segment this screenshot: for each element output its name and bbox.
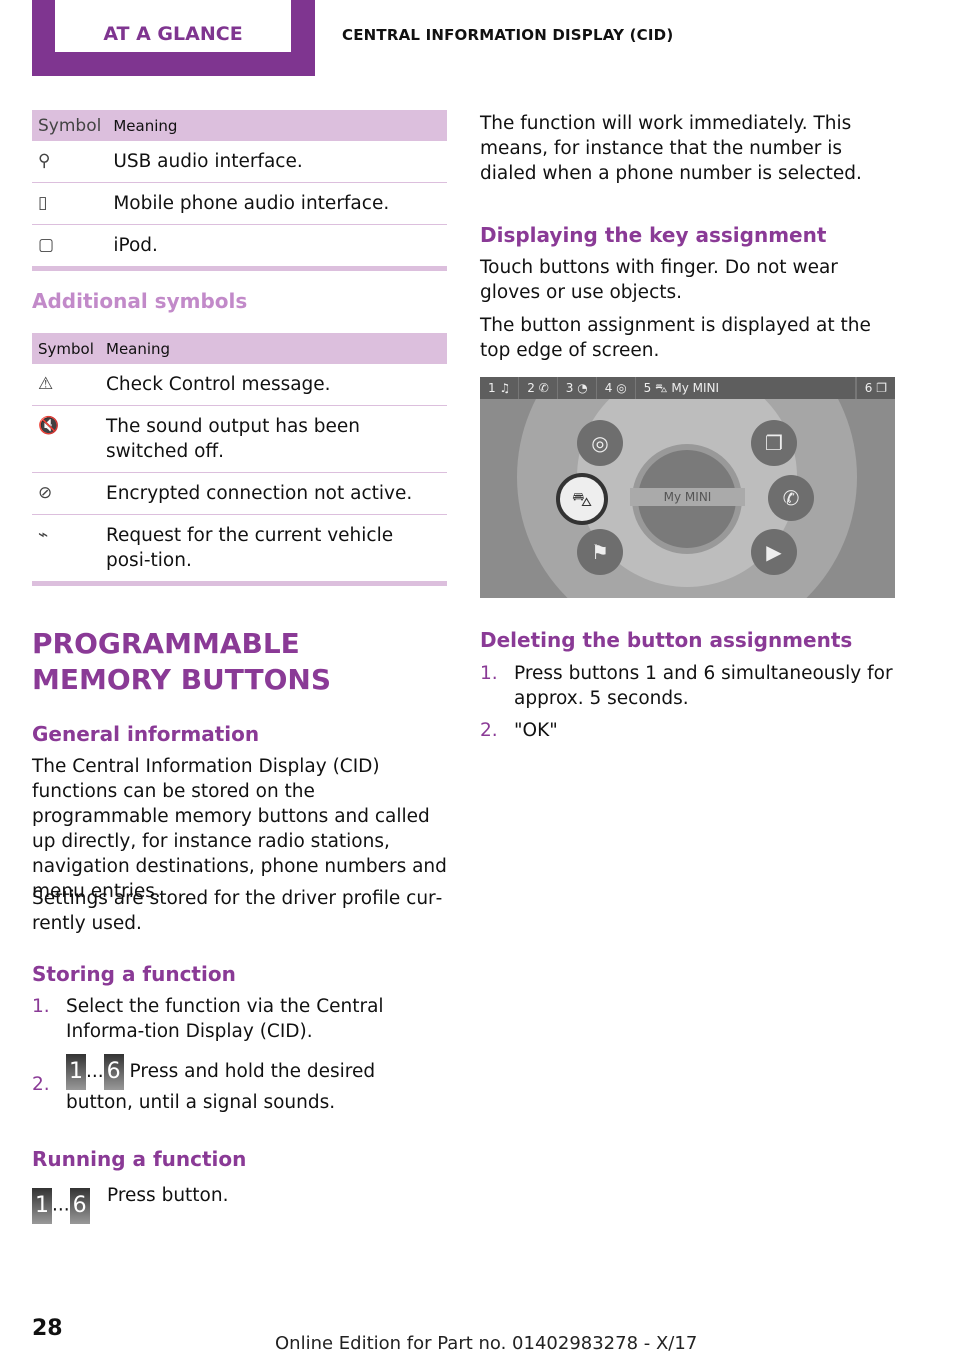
cid-screen-image: My MINI ◎ ⛍ ⚑ ❐ ✆ ▶ 1 ♫ 2 ✆ 3 ◔ 4 ◎ 5 ⛍ … [480,377,895,598]
general-paragraph-2: Settings are stored for the driver profi… [32,888,443,934]
phone-icon: ✆ [538,381,549,395]
usb-icon: ⚲ [32,141,108,183]
meaning: Mobile phone audio interface. [107,182,447,225]
meaning: Request for the current vehicle posi‐tio… [106,525,394,571]
menu-window-icon: ❐ [876,381,887,395]
globe-icon: ◎ [577,420,623,466]
heading-additional-symbols: Additional symbols [32,289,248,313]
running-text: Press button. [107,1185,229,1206]
phone-icon: ✆ [768,475,814,521]
list-item: 2. 1... 6 Press and hold the desired butto… [32,1054,447,1115]
meaning: USB audio interface. [107,141,447,183]
navigation-icon: ◔ [577,381,588,395]
memory-button-6-icon: 6 [103,1054,124,1090]
heading-storing-function: Storing a function [32,962,236,986]
heading-displaying-key-assignment: Displaying the key assignment [480,223,827,247]
chapter-tab-label: AT A GLANCE [55,0,291,52]
memory-button-1-icon: 1 [66,1054,86,1090]
center-label: My MINI [630,488,745,506]
heading-deleting-button-assignments: Deleting the button assignments [480,628,853,652]
col-symbol: Symbol [32,110,108,141]
memory-button-3[interactable]: 3 ◔ [558,377,597,399]
memory-button-4[interactable]: 4 ◎ [597,377,636,399]
mobile-phone-icon: ▯ [32,182,108,225]
car-icon: ⛍ [655,381,668,395]
meaning: iPod. [113,235,158,256]
meaning: The sound output has been switched off. [100,405,447,473]
additional-symbol-table: Symbol Meaning ⚠ Check Control message. 🔇 T… [32,333,447,586]
speaker-muted-icon: 🔇 [32,405,100,473]
memory-button-5[interactable]: 5 ⛍ My MINI [636,377,856,399]
right-paragraph: The function will work immediately. This… [480,113,862,184]
list-item: 1. Select the function via the Central In… [32,996,384,1042]
page-number: 28 [32,1316,63,1341]
warning-triangle-icon: ⚠ [32,364,100,406]
col-symbol: Symbol [32,333,100,364]
memory-button-1[interactable]: 1 ♫ [480,377,520,399]
meaning: Check Control message. [100,364,447,406]
menu-window-icon: ❐ [751,420,797,466]
col-meaning: Meaning [107,110,447,141]
media-play-icon: ▶ [751,529,797,575]
heading-programmable-memory-buttons: PROGRAMMABLE MEMORY BUTTONS [32,627,332,696]
memory-buttons-icon: 1... 6 [32,1188,90,1224]
car-icon: ⛍ [556,473,608,525]
music-note-icon: ♫ [499,381,511,395]
chapter-tab: AT A GLANCE [32,0,315,76]
section-title: CENTRAL INFORMATION DISPLAY (CID) [342,26,674,44]
memory-button-bar: 1 ♫ 2 ✆ 3 ◔ 4 ◎ 5 ⛍ My MINI 6 ❐ [480,377,895,399]
memory-button-6[interactable]: 6 ❐ [855,377,895,399]
divider [32,266,447,271]
general-paragraph-1: The Central Information Display (CID) fu… [32,756,447,902]
display-paragraph-1: Touch buttons with finger. Do not wear g… [480,257,838,303]
edition-footer: Online Edition for Part no. 01402983278 … [275,1333,698,1354]
encryption-off-icon: ⊘ [32,472,100,515]
checkered-flag-icon: ⚑ [577,529,623,575]
divider [32,581,447,586]
ipod-icon: ▢ [38,235,55,255]
memory-button-2[interactable]: 2 ✆ [519,377,558,399]
globe-icon: ◎ [616,381,627,395]
heading-general-information: General information [32,722,260,746]
heading-running-function: Running a function [32,1147,247,1171]
col-meaning: Meaning [100,333,447,364]
vehicle-position-request-icon: ⌁ [38,525,49,545]
list-item: 1. Press buttons 1 and 6 simultaneously f… [480,663,893,709]
list-item: 2. "OK" [480,720,558,741]
display-paragraph-2: The button assignment is displayed at th… [480,315,871,361]
symbol-table: Symbol Meaning ⚲ USB audio interface. ▯ Mob… [32,110,447,271]
meaning: Encrypted connection not active. [100,472,447,515]
